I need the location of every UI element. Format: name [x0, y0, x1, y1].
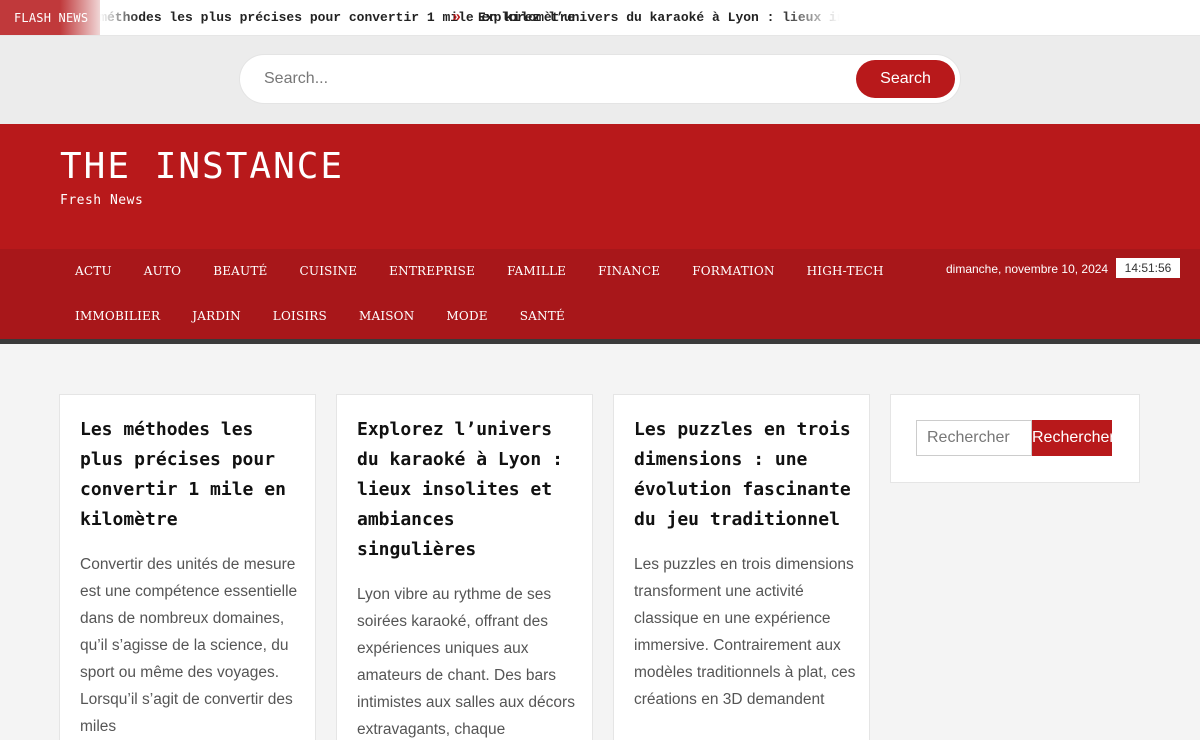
sidebar-search-widget: Rechercher	[890, 394, 1140, 483]
nav-divider	[0, 339, 1200, 344]
current-date: dimanche, novembre 10, 2024	[946, 262, 1109, 276]
flash-news-bar: FLASH NEWS Les méthodes les plus précise…	[0, 0, 1200, 36]
nav-row: IMMOBILIER JARDIN LOISIRS MAISON MODE SANTÉ	[60, 294, 582, 339]
nav-item-immobilier[interactable]: IMMOBILIER	[60, 294, 177, 339]
post-card: Explorez l’univers du karaoké à Lyon : l…	[336, 394, 593, 740]
nav-item-jardin[interactable]: JARDIN	[177, 294, 258, 339]
sidebar-search-input[interactable]	[916, 420, 1032, 456]
post-excerpt: Lyon vibre au rythme de ses soirées kara…	[357, 586, 575, 738]
top-search-band: Search	[0, 36, 1200, 124]
nav-item-formation[interactable]: FORMATION	[677, 249, 791, 294]
sidebar-search-button[interactable]: Rechercher	[1032, 420, 1112, 456]
nav-item-famille[interactable]: FAMILLE	[492, 249, 583, 294]
nav-row: ACTU AUTO BEAUTÉ CUISINE ENTREPRISE FAMILLE FI…	[60, 249, 901, 294]
post-excerpt: Convertir des unités de mesure est une c…	[80, 556, 298, 735]
nav-item-entreprise[interactable]: ENTREPRISE	[374, 249, 492, 294]
post-title[interactable]: Explorez l’univers du karaoké à Lyon : l…	[357, 415, 577, 565]
nav-item-maison[interactable]: MAISON	[344, 294, 431, 339]
site-title[interactable]: THE INSTANCE	[60, 146, 344, 187]
nav-item-actu[interactable]: ACTU	[60, 249, 129, 294]
post-card: Les méthodes les plus précises pour conv…	[59, 394, 316, 740]
search-form: Search	[240, 55, 960, 103]
ticker-separator-icon: »	[452, 9, 462, 26]
main-navigation: ACTU AUTO BEAUTÉ CUISINE ENTREPRISE FAMILLE FI…	[0, 249, 1200, 339]
nav-item-loisirs[interactable]: LOISIRS	[258, 294, 344, 339]
post-title[interactable]: Les méthodes les plus précises pour conv…	[80, 415, 300, 535]
ticker-fade-left	[100, 0, 140, 35]
nav-item-finance[interactable]: FINANCE	[583, 249, 677, 294]
site-header: THE INSTANCE Fresh News	[0, 124, 1200, 249]
search-input[interactable]	[264, 65, 844, 93]
nav-item-auto[interactable]: AUTO	[129, 249, 198, 294]
nav-item-mode[interactable]: MODE	[431, 294, 504, 339]
post-title[interactable]: Les puzzles en trois dimensions : une év…	[634, 415, 854, 535]
nav-item-cuisine[interactable]: CUISINE	[285, 249, 375, 294]
news-ticker: Les méthodes les plus précises pour conv…	[100, 0, 840, 35]
nav-item-high-tech[interactable]: HIGH-TECH	[792, 249, 901, 294]
post-card: Les puzzles en trois dimensions : une év…	[613, 394, 870, 740]
search-button[interactable]: Search	[856, 60, 955, 98]
nav-item-santé[interactable]: SANTÉ	[505, 294, 582, 339]
flash-news-label: FLASH NEWS	[0, 0, 100, 35]
post-excerpt: Les puzzles en trois dimensions transfor…	[634, 556, 856, 708]
ticker-fade-right	[780, 0, 850, 35]
site-tagline: Fresh News	[60, 193, 144, 208]
nav-item-beauté[interactable]: BEAUTÉ	[198, 249, 284, 294]
current-time: 14:51:56	[1116, 258, 1180, 278]
